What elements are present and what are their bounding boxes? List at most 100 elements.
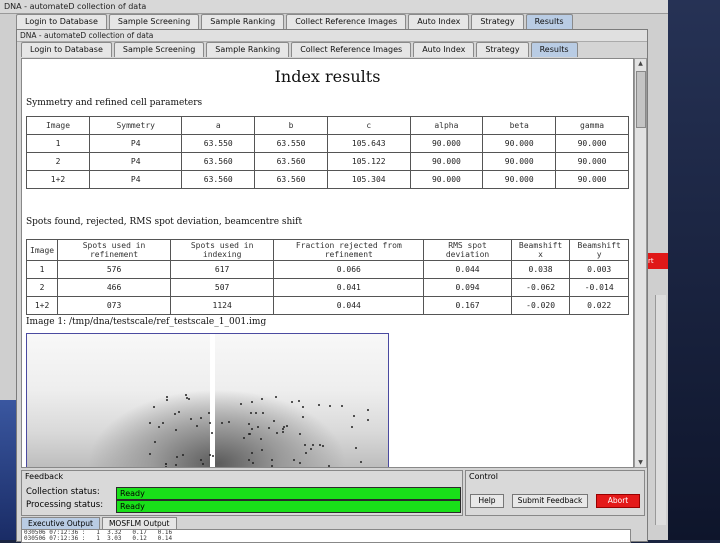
table-cell: 0.044 (273, 296, 425, 315)
diffraction-spot (175, 455, 178, 458)
tab-login-to-database[interactable]: Login to Database (21, 42, 112, 57)
report-heading: Index results (274, 67, 381, 86)
dna-window: DNA - automateD collection of data Login… (16, 29, 648, 543)
diffraction-spot (251, 462, 254, 465)
diffraction-spot (270, 458, 273, 461)
diffraction-spot (148, 422, 151, 425)
table-cell: 617 (169, 260, 275, 279)
diffraction-spot (355, 446, 358, 449)
diffraction-spot (174, 428, 177, 431)
table-cell: 63.560 (181, 170, 256, 189)
collection-status-field: Ready (116, 487, 461, 500)
tab-auto-index[interactable]: Auto Index (413, 42, 475, 57)
bg-tab-strategy[interactable]: Strategy (471, 14, 524, 29)
table-cell: P4 (89, 170, 183, 189)
abort-button[interactable]: Abort (596, 494, 640, 508)
collection-status-label: Collection status: (26, 487, 100, 497)
diffraction-halo (87, 389, 347, 467)
table-row: 2 466 507 0.041 0.094 -0.062 -0.014 (25, 278, 629, 297)
table-cell: 073 (57, 296, 171, 315)
table-cell: 105.122 (326, 152, 411, 171)
diffraction-image[interactable] (26, 333, 389, 467)
column-header: a (181, 116, 256, 135)
results-scrollbar[interactable]: ▲ ▼ (634, 58, 647, 468)
tab-strategy[interactable]: Strategy (476, 42, 529, 57)
diffraction-spot (152, 406, 155, 409)
scroll-down-icon[interactable]: ▼ (636, 458, 645, 467)
diffraction-spot (298, 399, 301, 402)
table-cell: 63.550 (254, 134, 328, 153)
control-label: Control (469, 472, 498, 481)
diffraction-spot (250, 401, 253, 404)
output-tab-bar: Executive Output MOSFLM Output (21, 517, 179, 529)
scroll-up-icon[interactable]: ▲ (636, 59, 645, 68)
diffraction-spot (161, 421, 164, 424)
diffraction-spot (353, 414, 356, 417)
submit-feedback-button[interactable]: Submit Feedback (512, 494, 588, 508)
table-row: 1+2 073 1124 0.044 0.167 -0.020 0.022 (25, 296, 629, 315)
feedback-panel: Feedback Collection status: Ready Proces… (21, 470, 463, 516)
table-cell: 63.550 (181, 134, 256, 153)
bg-tab-sample-screening[interactable]: Sample Screening (108, 14, 200, 29)
scroll-thumb[interactable] (636, 71, 646, 128)
table-row: 2 P4 63.560 63.560 105.122 90.000 90.000 90.000 (25, 152, 629, 171)
table-cell: 0.066 (273, 260, 425, 279)
diffraction-spot (275, 432, 278, 434)
diffraction-spot (164, 462, 167, 465)
table-cell: 0.044 (423, 260, 512, 279)
table-cell: 90.000 (482, 134, 557, 153)
table-cell: 63.560 (254, 170, 328, 189)
output-tab-executive-output[interactable]: Executive Output (21, 517, 100, 529)
diffraction-spot (350, 426, 353, 429)
column-header: Image (25, 116, 91, 135)
tab-collect-reference-images[interactable]: Collect Reference Images (291, 42, 412, 57)
diffraction-spot (366, 408, 369, 411)
bg-tab-collect-reference-images[interactable]: Collect Reference Images (286, 14, 407, 29)
cell-section-title: Symmetry and refined cell parameters (26, 98, 203, 108)
main-tab-bar: Login to Database Sample Screening Sample … (17, 42, 647, 57)
processing-status-label: Processing status: (26, 500, 104, 510)
table-cell: 63.560 (181, 152, 256, 171)
column-header: Image (25, 239, 59, 261)
background-scrollbar[interactable] (655, 295, 666, 525)
cell-parameters-table: Image Symmetry a b c alpha beta gamma 1 P4 63.550… (25, 116, 629, 189)
table-cell: 0.041 (273, 278, 425, 297)
bg-tab-auto-index[interactable]: Auto Index (408, 14, 470, 29)
output-tab-mosflm-output[interactable]: MOSFLM Output (101, 517, 177, 529)
column-header: b (254, 116, 328, 135)
table-cell: 90.000 (555, 152, 629, 171)
column-header: Spots used in refinement (57, 239, 171, 261)
diffraction-spot (259, 437, 262, 440)
column-header: beta (482, 116, 557, 135)
diffraction-spot (209, 453, 212, 456)
diffraction-spot (153, 440, 156, 443)
column-header: Spots used in indexing (169, 239, 275, 261)
table-cell: 1 (25, 134, 91, 153)
column-header: c (326, 116, 411, 135)
bg-tab-results[interactable]: Results (525, 14, 573, 29)
tab-sample-ranking[interactable]: Sample Ranking (206, 42, 290, 57)
diffraction-spot (250, 451, 253, 454)
diffraction-spot (360, 461, 363, 464)
tab-sample-screening[interactable]: Sample Screening (113, 42, 205, 57)
tab-results[interactable]: Results (530, 42, 578, 57)
diffraction-spot (260, 398, 263, 401)
table-cell: 0.094 (423, 278, 512, 297)
diffraction-spot (165, 395, 168, 398)
column-header: Beamshift x (510, 239, 571, 261)
diffraction-spot (184, 394, 187, 397)
output-log: 030506 07:12:36 : 1 3.32 0.17 0.16 03050… (21, 529, 631, 543)
bg-tab-login-to-database[interactable]: Login to Database (16, 14, 107, 29)
diffraction-spot (301, 415, 304, 418)
column-header: gamma (555, 116, 629, 135)
table-cell: P4 (89, 134, 183, 153)
diffraction-spot (187, 397, 190, 400)
bg-tab-sample-ranking[interactable]: Sample Ranking (201, 14, 285, 29)
table-cell: 105.304 (326, 170, 411, 189)
table-cell: 105.643 (326, 134, 411, 153)
column-header: Beamshift y (569, 239, 629, 261)
background-abort-button[interactable]: rt (648, 253, 668, 269)
table-cell: 1+2 (25, 296, 59, 315)
table-cell: 507 (169, 278, 275, 297)
help-button[interactable]: Help (470, 494, 504, 508)
